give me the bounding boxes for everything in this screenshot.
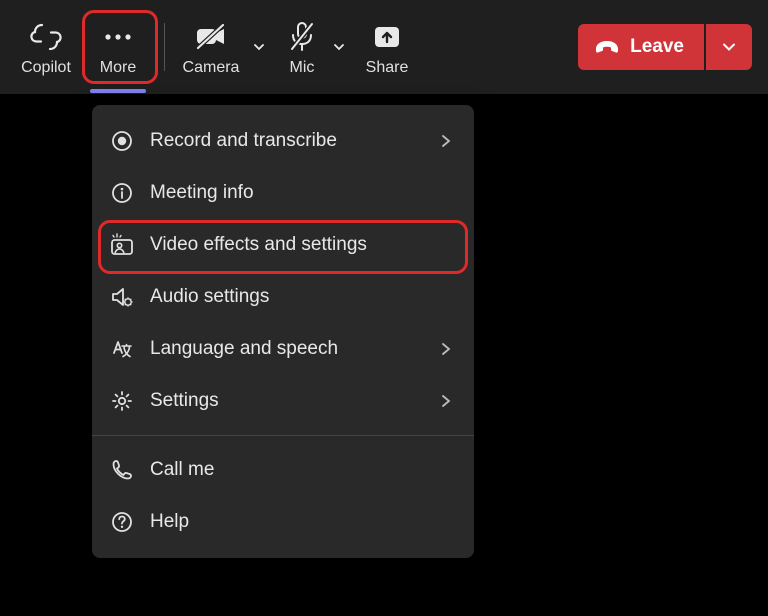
menu-label: Settings (150, 390, 420, 412)
copilot-label: Copilot (21, 59, 71, 77)
help-icon (110, 510, 134, 534)
mic-off-icon (288, 17, 316, 57)
leave-button[interactable]: Leave (578, 24, 704, 70)
menu-label: Language and speech (150, 338, 420, 360)
menu-item-video-effects[interactable]: Video effects and settings (92, 219, 474, 271)
camera-off-icon (194, 17, 228, 57)
mic-label: Mic (290, 59, 315, 77)
chevron-right-icon (436, 341, 456, 357)
menu-label: Meeting info (150, 182, 456, 204)
menu-item-meeting-info[interactable]: Meeting info (92, 167, 474, 219)
chevron-right-icon (436, 133, 456, 149)
mic-button[interactable]: Mic (271, 7, 327, 87)
more-label: More (100, 59, 136, 77)
menu-item-audio-settings[interactable]: Audio settings (92, 271, 474, 323)
leave-label: Leave (630, 36, 684, 58)
menu-label: Help (150, 511, 456, 533)
menu-item-record[interactable]: Record and transcribe (92, 115, 474, 167)
gear-icon (110, 389, 134, 413)
camera-button[interactable]: Camera (175, 7, 247, 87)
info-icon (110, 181, 134, 205)
record-icon (110, 129, 134, 153)
chevron-down-icon (721, 39, 737, 55)
share-button[interactable]: Share (351, 7, 423, 87)
menu-label: Audio settings (150, 286, 456, 308)
language-icon (110, 337, 134, 361)
menu-item-help[interactable]: Help (92, 496, 474, 548)
hangup-icon (594, 38, 620, 56)
chevron-down-icon (332, 40, 346, 54)
more-button[interactable]: More (82, 7, 154, 87)
share-icon (372, 17, 402, 57)
leave-chevron-button[interactable] (706, 24, 752, 70)
audio-settings-icon (110, 285, 134, 309)
chevron-down-icon (252, 40, 266, 54)
ellipsis-icon (100, 17, 136, 57)
menu-item-language[interactable]: Language and speech (92, 323, 474, 375)
leave-button-group: Leave (578, 24, 752, 70)
menu-item-settings[interactable]: Settings (92, 375, 474, 427)
share-label: Share (366, 59, 409, 77)
camera-label: Camera (183, 59, 240, 77)
menu-item-call-me[interactable]: Call me (92, 444, 474, 496)
camera-chevron-button[interactable] (247, 40, 271, 54)
menu-label: Record and transcribe (150, 130, 420, 152)
meeting-toolbar: Copilot More Camera (0, 0, 768, 95)
phone-icon (110, 458, 134, 482)
chevron-right-icon (436, 393, 456, 409)
menu-label: Call me (150, 459, 456, 481)
video-effects-icon (110, 233, 134, 257)
copilot-button[interactable]: Copilot (10, 7, 82, 87)
menu-label: Video effects and settings (150, 234, 456, 256)
more-dropdown-menu: Record and transcribe Meeting info Video… (92, 105, 474, 558)
copilot-icon (28, 17, 64, 57)
mic-chevron-button[interactable] (327, 40, 351, 54)
active-indicator (90, 89, 146, 93)
menu-separator (92, 435, 474, 436)
toolbar-separator (164, 23, 165, 71)
